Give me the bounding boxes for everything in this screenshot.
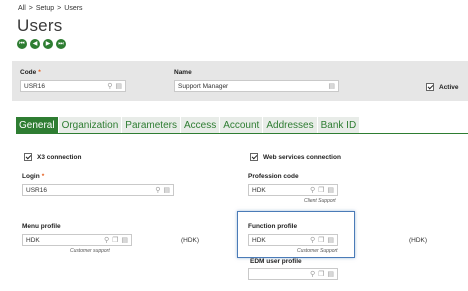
search-icon[interactable]: ⚲ — [310, 236, 315, 244]
tab-general[interactable]: General — [16, 117, 58, 133]
edm-user-profile-field[interactable]: ⚲ ❐ ▤ — [248, 268, 338, 280]
tab-addresses[interactable]: Addresses — [263, 117, 317, 133]
previous-record-button[interactable]: ◀ — [30, 39, 40, 49]
required-marker: * — [38, 69, 41, 76]
profession-code-value: HDK — [252, 186, 266, 194]
tab-bar: General Organization Parameters Access A… — [16, 117, 360, 133]
menu-profile-description: Customer support — [70, 248, 110, 254]
code-label: Code * — [20, 69, 41, 76]
copy-icon[interactable]: ❐ — [318, 236, 324, 244]
previous-icon: ◀ — [32, 41, 38, 47]
translate-icon[interactable]: ▤ — [328, 82, 335, 90]
name-field[interactable]: Support Manager ▤ — [174, 80, 339, 92]
selection-list-icon[interactable]: ▤ — [327, 270, 334, 278]
selection-list-icon[interactable]: ▤ — [327, 186, 334, 194]
active-label: Active — [439, 83, 459, 91]
search-icon[interactable]: ⚲ — [107, 82, 112, 90]
function-profile-label: Function profile — [248, 223, 298, 230]
copy-icon[interactable]: ❐ — [318, 186, 324, 194]
login-label: Login * — [22, 173, 45, 180]
selection-list-icon[interactable]: ▤ — [115, 82, 122, 90]
tab-account[interactable]: Account — [220, 117, 263, 133]
login-field[interactable]: USR16 ⚲ ▤ — [22, 184, 174, 196]
tab-divider — [16, 133, 468, 134]
profession-code-description: Client Support — [304, 198, 336, 204]
function-profile-code: (HDK) — [409, 237, 428, 244]
tab-organization[interactable]: Organization — [58, 117, 122, 133]
breadcrumb-setup[interactable]: Setup — [36, 5, 54, 12]
tab-bank-id[interactable]: Bank ID — [317, 117, 360, 133]
name-label: Name — [174, 69, 192, 76]
record-navigation: ⏮ ◀ ▶ ⏭ — [17, 39, 66, 49]
active-checkbox[interactable] — [426, 83, 434, 91]
copy-icon[interactable]: ❐ — [112, 236, 118, 244]
function-profile-description: Customer Support — [297, 248, 338, 254]
code-field[interactable]: USR16 ⚲ ▤ — [20, 80, 126, 92]
search-icon[interactable]: ⚲ — [104, 236, 109, 244]
login-value: USR16 — [26, 186, 47, 194]
search-icon[interactable]: ⚲ — [310, 186, 315, 194]
menu-profile-code: (HDK) — [181, 237, 200, 244]
menu-profile-label: Menu profile — [22, 223, 61, 230]
function-profile-value: HDK — [252, 236, 266, 244]
search-icon[interactable]: ⚲ — [155, 186, 160, 194]
breadcrumb-separator: > — [57, 5, 62, 12]
function-profile-field[interactable]: HDK ⚲ ❐ ▤ — [248, 234, 338, 246]
breadcrumb-users[interactable]: Users — [64, 5, 82, 12]
required-marker: * — [41, 173, 45, 180]
web-services-row: Web services connection — [250, 153, 341, 161]
last-record-button[interactable]: ⏭ — [56, 39, 66, 49]
breadcrumb: All > Setup > Users — [18, 5, 83, 12]
edm-user-profile-label: EDM user profile — [250, 258, 302, 265]
tab-parameters[interactable]: Parameters — [122, 117, 180, 133]
active-checkbox-row: Active — [426, 83, 459, 91]
next-record-button[interactable]: ▶ — [43, 39, 53, 49]
x3-connection-checkbox[interactable] — [24, 153, 32, 161]
first-record-button[interactable]: ⏮ — [17, 39, 27, 49]
x3-connection-row: X3 connection — [24, 153, 81, 161]
selection-list-icon[interactable]: ▤ — [163, 186, 170, 194]
first-icon: ⏮ — [19, 41, 25, 47]
selection-list-icon[interactable]: ▤ — [121, 236, 128, 244]
web-services-label: Web services connection — [263, 153, 341, 161]
tab-access[interactable]: Access — [180, 117, 220, 133]
profession-code-field[interactable]: HDK ⚲ ❐ ▤ — [248, 184, 338, 196]
selection-list-icon[interactable]: ▤ — [327, 236, 334, 244]
menu-profile-field[interactable]: HDK ⚲ ❐ ▤ — [22, 234, 132, 246]
breadcrumb-all[interactable]: All — [18, 5, 26, 12]
menu-profile-value: HDK — [26, 236, 40, 244]
next-icon: ▶ — [45, 41, 51, 47]
copy-icon[interactable]: ❐ — [318, 270, 324, 278]
search-icon[interactable]: ⚲ — [310, 270, 315, 278]
breadcrumb-separator: > — [28, 5, 33, 12]
x3-connection-label: X3 connection — [37, 153, 82, 161]
web-services-checkbox[interactable] — [250, 153, 258, 161]
last-icon: ⏭ — [58, 41, 64, 47]
code-value: USR16 — [24, 82, 45, 90]
page-title: Users — [17, 16, 63, 35]
profession-code-label: Profession code — [248, 173, 299, 180]
name-value: Support Manager — [178, 82, 229, 90]
